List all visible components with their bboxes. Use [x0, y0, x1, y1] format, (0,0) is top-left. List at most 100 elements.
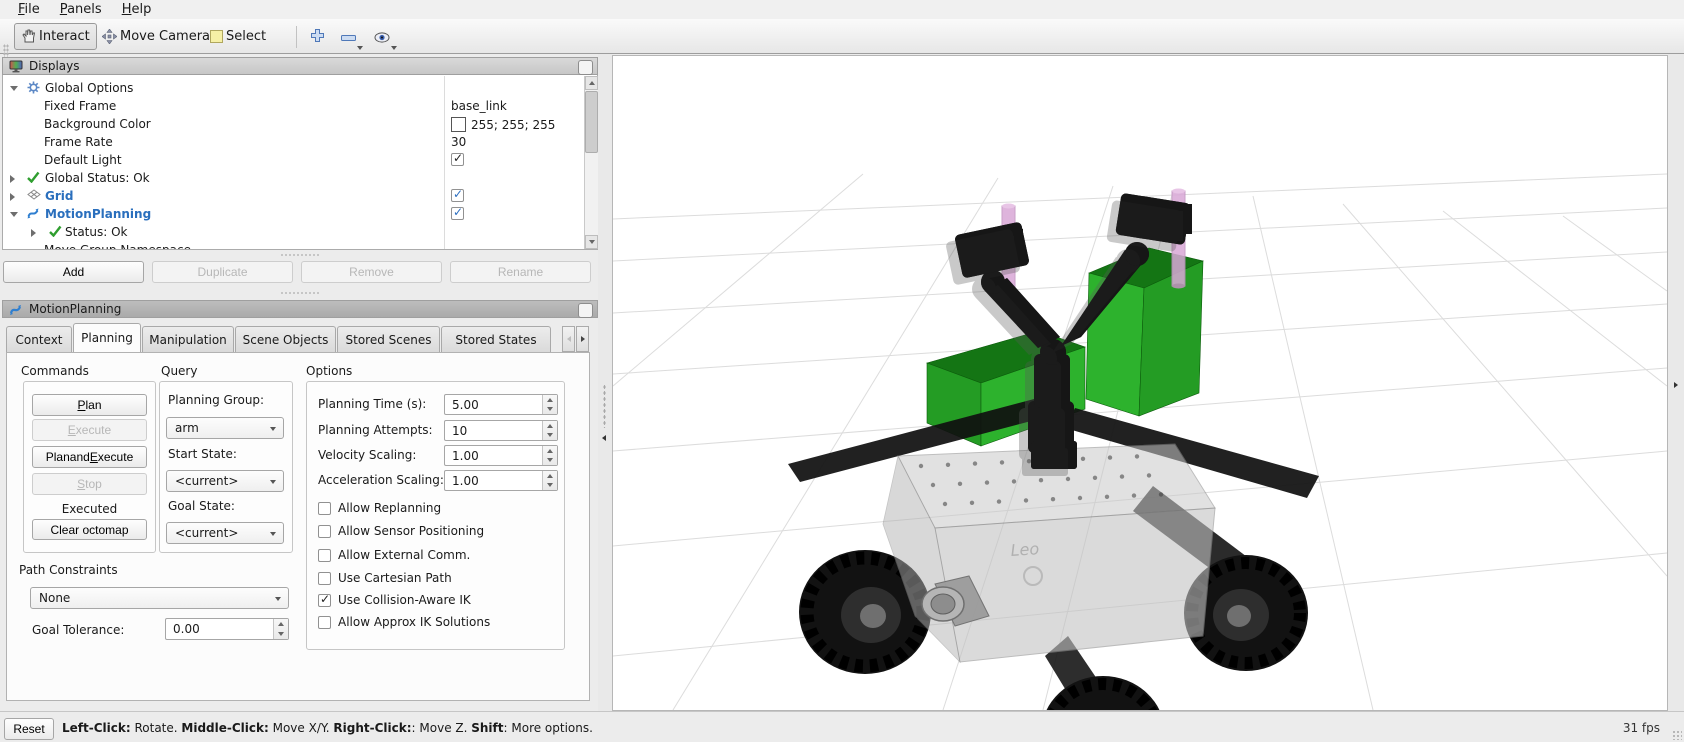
checkbox-allow-replanning[interactable]: Allow Replanning: [318, 501, 441, 515]
spin-down-icon[interactable]: [278, 632, 284, 636]
tree-row-background-color[interactable]: Background Color255; 255; 255: [3, 115, 583, 133]
splitter-grip[interactable]: [2, 290, 598, 296]
displays-float-button[interactable]: [578, 60, 593, 75]
displays-tree[interactable]: Global OptionsFixed Framebase_linkBackgr…: [2, 75, 598, 250]
checkbox[interactable]: [318, 549, 331, 562]
checkbox[interactable]: [318, 525, 331, 538]
executed-status-text: Executed: [24, 502, 155, 516]
path-constraints-select[interactable]: None: [30, 587, 289, 609]
stepper-arrows[interactable]: [542, 446, 557, 465]
tool-label: Select: [226, 29, 266, 44]
scroll-down-icon[interactable]: [585, 235, 598, 249]
tree-row-value[interactable]: ✓: [451, 153, 464, 166]
duplicate-display-button[interactable]: Duplicate: [152, 261, 293, 283]
eye-button[interactable]: [370, 26, 394, 48]
tree-row-value[interactable]: base_link: [451, 99, 507, 113]
tab-context[interactable]: Context: [6, 326, 72, 352]
panel-splitter[interactable]: [598, 54, 612, 711]
tab-stored-scenes[interactable]: Stored Scenes: [337, 326, 440, 352]
checkbox-allow-sensor-positioning[interactable]: Allow Sensor Positioning: [318, 524, 484, 538]
tree-row-status-ok[interactable]: Status: Ok: [3, 223, 583, 241]
execute-button[interactable]: Execute: [32, 419, 147, 441]
plan-and-execute-button[interactable]: Plan and Execute: [32, 446, 147, 468]
expander-open-icon[interactable]: [10, 212, 18, 217]
3d-viewport[interactable]: Leo: [612, 55, 1668, 711]
planning-time-s-stepper[interactable]: 5.00: [444, 394, 558, 415]
checkbox[interactable]: ✓: [451, 189, 464, 202]
plan-button[interactable]: Plan: [32, 394, 147, 416]
tool-select[interactable]: Select: [204, 23, 272, 50]
spin-up-icon[interactable]: [278, 622, 284, 626]
motionplanning-float-button[interactable]: [578, 303, 593, 318]
collapse-left-icon[interactable]: [602, 435, 606, 441]
checkbox[interactable]: [318, 572, 331, 585]
checkbox[interactable]: [318, 502, 331, 515]
tree-row-grid[interactable]: Grid✓: [3, 187, 583, 205]
tree-row-global-status-ok[interactable]: Global Status: Ok: [3, 169, 583, 187]
tree-row-default-light[interactable]: Default Light ✓: [3, 151, 583, 169]
tree-row-value[interactable]: ✓: [451, 207, 464, 220]
scrollbar-thumb[interactable]: [585, 91, 598, 153]
tab-scene-objects[interactable]: Scene Objects: [235, 326, 336, 352]
start-state-select[interactable]: <current>: [166, 470, 284, 492]
expander-closed-icon[interactable]: [10, 193, 15, 201]
stepper-arrows[interactable]: [542, 471, 557, 490]
tree-row-motionplanning[interactable]: MotionPlanning✓: [3, 205, 583, 223]
rename-display-button[interactable]: Rename: [450, 261, 591, 283]
checkbox[interactable]: [318, 616, 331, 629]
checkbox[interactable]: ✓: [451, 153, 464, 166]
tree-row-move-group-namespace[interactable]: Move Group Namespace: [3, 241, 583, 250]
planning-attempts-stepper[interactable]: 10: [444, 420, 558, 441]
displays-panel-titlebar[interactable]: Displays: [2, 57, 598, 75]
tab-scroll-right-icon[interactable]: [576, 326, 589, 352]
acceleration-scaling-stepper[interactable]: 1.00: [444, 470, 558, 491]
chevron-down-icon[interactable]: [391, 46, 397, 50]
planning-group-select[interactable]: arm: [166, 417, 284, 439]
velocity-scaling-stepper[interactable]: 1.00: [444, 445, 558, 466]
tree-row-frame-rate[interactable]: Frame Rate30: [3, 133, 583, 151]
chevron-down-icon[interactable]: [357, 46, 363, 50]
menu-panels[interactable]: Panels: [50, 1, 112, 19]
tree-row-label: Default Light: [44, 153, 122, 167]
expander-closed-icon[interactable]: [10, 175, 15, 183]
checkbox-use-collision-aware-ik[interactable]: ✓Use Collision-Aware IK: [318, 593, 471, 607]
checkbox[interactable]: ✓: [318, 594, 331, 607]
menu-help[interactable]: Help: [112, 1, 162, 19]
remove-display-button[interactable]: Remove: [301, 261, 442, 283]
stop-button[interactable]: Stop: [32, 473, 147, 495]
displays-scrollbar[interactable]: [584, 76, 598, 249]
goal-tolerance-stepper[interactable]: 0.00: [165, 618, 289, 640]
clear-octomap-button[interactable]: Clear octomap: [32, 519, 147, 540]
minus-button[interactable]: [336, 26, 360, 48]
tab-scroll-left-icon[interactable]: [562, 326, 575, 352]
motionplanning-panel-titlebar[interactable]: MotionPlanning: [2, 300, 598, 318]
goal-state-select[interactable]: <current>: [166, 522, 284, 544]
tab-stored-states[interactable]: Stored States: [441, 326, 551, 352]
tree-row-value[interactable]: ✓: [451, 189, 464, 202]
plus-button[interactable]: [305, 26, 329, 48]
scroll-up-icon[interactable]: [585, 76, 598, 90]
stepper-arrows[interactable]: [542, 395, 557, 414]
tree-row-fixed-frame[interactable]: Fixed Framebase_link: [3, 97, 583, 115]
expander-closed-icon[interactable]: [31, 229, 36, 237]
add-display-button[interactable]: Add: [3, 261, 144, 283]
tree-row-value[interactable]: 255; 255; 255: [451, 117, 555, 132]
tree-row-value[interactable]: 30: [451, 135, 466, 149]
resize-grip[interactable]: [1672, 730, 1682, 740]
checkbox[interactable]: ✓: [451, 207, 464, 220]
reset-button[interactable]: Reset: [4, 718, 54, 740]
tab-manipulation[interactable]: Manipulation: [142, 326, 234, 352]
stepper-arrows[interactable]: [542, 421, 557, 440]
collapse-right-icon[interactable]: [1674, 382, 1678, 388]
menu-file[interactable]: File: [8, 1, 50, 19]
checkbox-allow-external-comm-[interactable]: Allow External Comm.: [318, 548, 470, 562]
checkbox-allow-approx-ik-solutions[interactable]: Allow Approx IK Solutions: [318, 615, 490, 629]
tree-row-global-options[interactable]: Global Options: [3, 79, 583, 97]
checkbox-use-cartesian-path[interactable]: Use Cartesian Path: [318, 571, 452, 585]
splitter-grip[interactable]: [2, 252, 598, 258]
tab-planning[interactable]: Planning: [73, 323, 141, 352]
expander-open-icon[interactable]: [10, 86, 18, 91]
right-splitter[interactable]: [1668, 54, 1684, 711]
tool-move-camera[interactable]: Move Camera: [96, 23, 216, 50]
tool-interact[interactable]: Interact: [14, 23, 97, 50]
